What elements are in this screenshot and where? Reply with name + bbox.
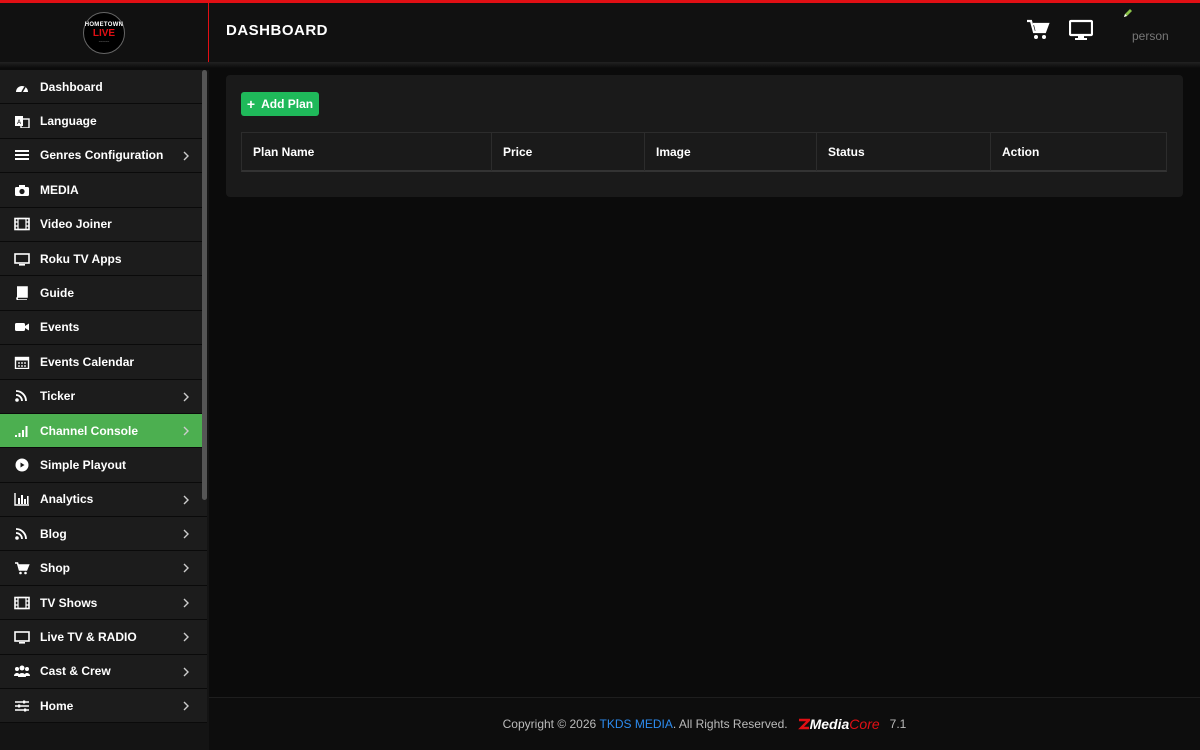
sidebar-item-home[interactable]: Home — [0, 689, 207, 724]
sidebar-item-cast-crew[interactable]: Cast & Crew — [0, 654, 207, 690]
mediacore-brand-light: Core — [849, 716, 880, 732]
sidebar-item-analytics[interactable]: Analytics — [0, 482, 207, 518]
copyright-text: Copyright © 2026 — [502, 717, 597, 731]
list-icon — [15, 150, 29, 161]
calendar-icon — [14, 356, 30, 369]
edit-pencil-icon[interactable] — [1123, 8, 1133, 18]
logo-area[interactable]: HOMETOWN LIVE ~~~~~~ — [0, 3, 209, 62]
company-link[interactable]: TKDS MEDIA — [600, 717, 673, 731]
sidebar-item-simple-playout[interactable]: Simple Playout — [0, 448, 207, 483]
header-shadow — [0, 62, 1200, 68]
chevron-right-icon — [183, 701, 189, 711]
sidebar-item-label: Roku TV Apps — [40, 251, 122, 266]
sidebar-item-channel-console[interactable]: Channel Console — [0, 413, 207, 449]
dashboard-icon — [16, 85, 28, 93]
logo-text-main: LIVE — [92, 28, 116, 39]
sidebar-item-label: Blog — [40, 526, 67, 541]
chevron-right-icon — [183, 392, 189, 402]
sidebar-item-label: TV Shows — [40, 595, 98, 610]
sidebar-item-label: Video Joiner — [40, 217, 112, 232]
sidebar-item-live-tv-radio[interactable]: Live TV & RADIO — [0, 620, 207, 655]
sidebar-item-label: Home — [40, 698, 74, 713]
cart-icon[interactable] — [1026, 19, 1050, 41]
sidebar-item-label: Language — [40, 114, 97, 129]
hometown-live-logo[interactable]: HOMETOWN LIVE ~~~~~~ — [83, 11, 125, 54]
version-number: 7.1 — [889, 717, 907, 731]
language-icon: A — [15, 116, 30, 129]
sidebar-item-label: MEDIA — [40, 182, 79, 197]
add-plan-button[interactable]: + Add Plan — [241, 92, 319, 116]
sidebar-item-label: Shop — [40, 561, 70, 576]
footer: Copyright © 2026 TKDS MEDIA. All Rights … — [209, 697, 1200, 750]
film-icon — [14, 217, 30, 231]
top-bar: HOMETOWN LIVE ~~~~~~ DASHBOARD person — [0, 0, 1200, 62]
chevron-right-icon — [183, 495, 189, 505]
sidebar-item-tv-shows[interactable]: TV Shows — [0, 585, 207, 621]
sidebar-item-blog[interactable]: Blog — [0, 517, 207, 552]
sidebar-item-label: Dashboard — [40, 79, 103, 94]
users-icon — [14, 665, 30, 678]
sidebar-item-shop[interactable]: Shop — [0, 551, 207, 586]
sidebar-item-ticker[interactable]: Ticker — [0, 379, 207, 414]
sidebar-item-label: Genres Configuration — [40, 148, 164, 163]
chevron-right-icon — [183, 151, 189, 161]
sidebar-item-label: Simple Playout — [40, 457, 127, 472]
camera-icon — [15, 184, 29, 196]
chevron-right-icon — [183, 598, 189, 608]
page-title: DASHBOARD — [226, 22, 328, 39]
sidebar-item-label: Events — [40, 320, 80, 335]
chevron-right-icon — [183, 529, 189, 539]
sidebar-item-label: Analytics — [40, 492, 94, 507]
sidebar-item-label: Live TV & RADIO — [40, 629, 137, 644]
sidebar-item-guide[interactable]: Guide — [0, 276, 207, 311]
rss-icon — [15, 390, 27, 403]
chevron-right-icon — [183, 426, 189, 436]
user-name[interactable]: person — [1132, 29, 1169, 43]
sidebar-item-language[interactable]: A Language — [0, 104, 207, 139]
column-header-status[interactable]: Status — [817, 133, 991, 171]
chevron-right-icon — [183, 563, 189, 573]
column-header-image[interactable]: Image — [645, 133, 817, 171]
cart-icon — [15, 562, 30, 575]
sliders-icon — [15, 700, 29, 712]
sidebar-item-genres-configuration[interactable]: Genres Configuration — [0, 138, 207, 174]
chevron-right-icon — [183, 667, 189, 677]
sidebar-item-label: Guide — [40, 286, 75, 301]
plus-icon: + — [246, 96, 256, 112]
mediacore-mark-icon — [797, 718, 810, 730]
video-camera-icon — [15, 323, 29, 332]
chevron-right-icon — [183, 632, 189, 642]
monitor-icon — [14, 631, 30, 644]
plans-table: Plan Name Price Image Status Action — [241, 132, 1167, 172]
column-header-action[interactable]: Action — [991, 133, 1166, 171]
add-plan-label: Add Plan — [261, 97, 314, 111]
sidebar: Dashboard A Language Genres Configuration ME… — [0, 70, 209, 750]
sidebar-item-video-joiner[interactable]: Video Joiner — [0, 207, 207, 242]
sidebar-item-label: Channel Console — [40, 423, 139, 438]
sidebar-item-media[interactable]: MEDIA — [0, 173, 207, 208]
column-header-price[interactable]: Price — [492, 133, 645, 171]
mediacore-logo: Media Core — [797, 716, 880, 732]
monitor-icon[interactable] — [1069, 19, 1093, 41]
column-header-plan-name[interactable]: Plan Name — [242, 133, 492, 171]
sidebar-item-label: Events Calendar — [40, 354, 135, 369]
rights-text: . All Rights Reserved. — [672, 717, 788, 731]
plans-panel: + Add Plan Plan Name Price Image Status … — [226, 75, 1183, 197]
sidebar-item-label: Ticker — [40, 389, 76, 404]
signal-icon — [15, 425, 28, 437]
sidebar-item-label: Cast & Crew — [40, 664, 111, 679]
sidebar-item-roku-tv-apps[interactable]: Roku TV Apps — [0, 241, 207, 277]
book-icon — [16, 286, 28, 301]
sidebar-scrollbar[interactable] — [202, 70, 207, 500]
play-circle-icon — [15, 458, 29, 472]
sidebar-item-dashboard[interactable]: Dashboard — [0, 70, 207, 105]
sidebar-item-events-calendar[interactable]: Events Calendar — [0, 345, 207, 380]
rss-icon — [15, 527, 27, 540]
monitor-icon — [14, 252, 30, 266]
sidebar-item-events[interactable]: Events — [0, 310, 207, 346]
film-icon — [14, 596, 30, 609]
mediacore-brand-bold: Media — [809, 716, 850, 732]
logo-tagline: ~~~~~~ — [98, 39, 110, 43]
bar-chart-icon — [14, 493, 29, 507]
